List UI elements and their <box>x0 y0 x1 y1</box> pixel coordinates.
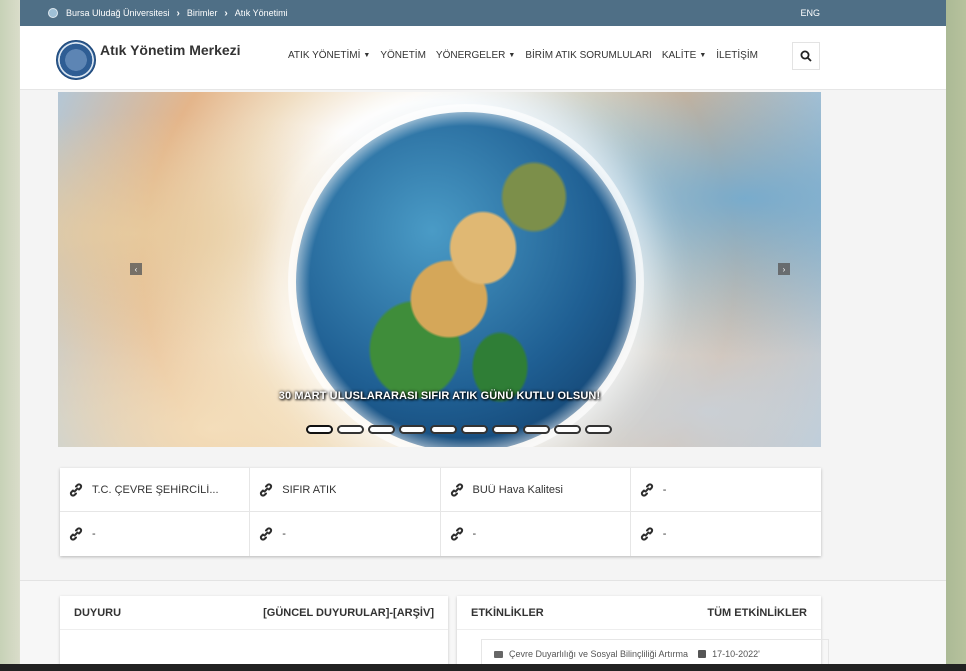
announcements-panel: DUYURU [GÜNCEL DUYURULAR]-[ARŞİV] <box>60 596 448 671</box>
slide-indicator[interactable] <box>585 425 612 434</box>
hero-slider: ‹ › 30 MART ULUSLARARASI SIFIR ATIK GÜNÜ… <box>58 92 821 447</box>
calendar-icon <box>698 650 707 658</box>
chevron-left-icon: ‹ <box>134 264 138 274</box>
events-header: ETKİNLİKLER TÜM ETKİNLİKLER <box>457 596 821 630</box>
quick-link-item[interactable]: - <box>441 512 631 556</box>
slide-caption: 30 MART ULUSLARARASI SIFIR ATIK GÜNÜ KUT… <box>278 390 601 402</box>
announcements-links[interactable]: [GÜNCEL DUYURULAR]-[ARŞİV] <box>263 607 434 619</box>
quick-link-item[interactable]: - <box>631 512 821 556</box>
caret-down-icon: ▼ <box>363 52 371 59</box>
slide-indicator[interactable] <box>337 425 364 434</box>
nav-kalite[interactable]: KALİTE ▼ <box>662 50 706 61</box>
search-icon <box>800 50 812 62</box>
slider-indicators <box>306 425 612 434</box>
quick-link-item[interactable]: BUÜ Hava Kalitesi <box>440 468 631 512</box>
quick-link-item[interactable]: - <box>250 512 441 556</box>
language-switch[interactable]: ENG <box>800 8 820 18</box>
breadcrumb-current: Atık Yönetimi <box>234 8 288 18</box>
site-header: Atık Yönetim Merkezi ATIK YÖNETİMİ ▼ YÖNE… <box>20 26 946 90</box>
chevron-right-icon: › <box>176 7 180 19</box>
nav-iletisim[interactable]: İLETİŞİM <box>716 50 758 61</box>
slide-indicator[interactable] <box>554 425 581 434</box>
event-date: 17-10-2022' <box>712 649 760 659</box>
site-logo[interactable] <box>56 40 96 80</box>
slide-indicator[interactable] <box>523 425 550 434</box>
quick-link-item[interactable]: T.C. ÇEVRE ŞEHİRCİLİ... <box>60 468 251 512</box>
slide-indicator[interactable] <box>461 425 488 434</box>
breadcrumb-units[interactable]: Birimler <box>187 8 218 18</box>
link-icon <box>450 482 463 497</box>
events-panel: ETKİNLİKLER TÜM ETKİNLİKLER Çevre Duyarl… <box>457 596 829 671</box>
nav-yonetim[interactable]: YÖNETİM <box>380 50 426 61</box>
quick-link-item[interactable]: SIFIR ATIK <box>250 468 441 512</box>
event-title: Çevre Duyarlılığı ve Sosyal Bilinçliliği… <box>509 649 689 659</box>
link-icon <box>69 527 83 541</box>
nav-atik-yonetimi[interactable]: ATIK YÖNETİMİ ▼ <box>288 50 370 61</box>
link-icon <box>450 527 463 541</box>
university-logo-icon[interactable] <box>48 8 58 18</box>
quick-link-item[interactable]: - <box>60 512 251 556</box>
chevron-right-icon: › <box>782 264 786 274</box>
announcements-header: DUYURU [GÜNCEL DUYURULAR]-[ARŞİV] <box>60 596 448 630</box>
caret-down-icon: ▼ <box>508 52 516 59</box>
link-icon <box>69 482 83 497</box>
link-icon <box>260 527 273 541</box>
all-events-link[interactable]: TÜM ETKİNLİKLER <box>707 607 807 619</box>
page: Bursa Uludağ Üniversitesi › Birimler › A… <box>20 0 946 671</box>
breadcrumb: Bursa Uludağ Üniversitesi › Birimler › A… <box>48 8 288 19</box>
slider-prev-button[interactable]: ‹ <box>130 263 142 275</box>
slider-next-button[interactable]: › <box>778 263 790 275</box>
slide-indicator[interactable] <box>399 425 426 434</box>
nav-yonergeler[interactable]: YÖNERGELER ▼ <box>436 50 515 61</box>
nav-birim-atik-sorumlulari[interactable]: BİRİM ATIK SORUMLULARI <box>525 50 652 61</box>
top-bar: Bursa Uludağ Üniversitesi › Birimler › A… <box>20 0 946 26</box>
slide-indicator[interactable] <box>306 425 333 434</box>
slide-indicator[interactable] <box>492 425 519 434</box>
caret-down-icon: ▼ <box>699 52 707 59</box>
quick-link-item[interactable]: - <box>630 468 821 512</box>
site-title[interactable]: Atık Yönetim Merkezi <box>100 42 241 58</box>
link-icon <box>640 482 653 497</box>
chevron-right-icon: › <box>224 7 228 19</box>
link-icon <box>640 527 653 541</box>
events-title: ETKİNLİKLER <box>471 606 544 619</box>
announcements-title: DUYURU <box>74 606 122 619</box>
search-button[interactable] <box>792 42 820 70</box>
main-nav: ATIK YÖNETİMİ ▼ YÖNETİM YÖNERGELER ▼ BİRİM… <box>288 50 758 61</box>
link-icon <box>260 482 273 497</box>
event-icon <box>494 650 503 658</box>
breadcrumb-university[interactable]: Bursa Uludağ Üniversitesi <box>66 8 170 18</box>
slide-indicator[interactable] <box>430 425 457 434</box>
bottom-bar <box>0 664 966 671</box>
quick-links-grid: T.C. ÇEVRE ŞEHİRCİLİ... SIFIR ATIK BUÜ H… <box>60 468 821 556</box>
slide-indicator[interactable] <box>368 425 395 434</box>
